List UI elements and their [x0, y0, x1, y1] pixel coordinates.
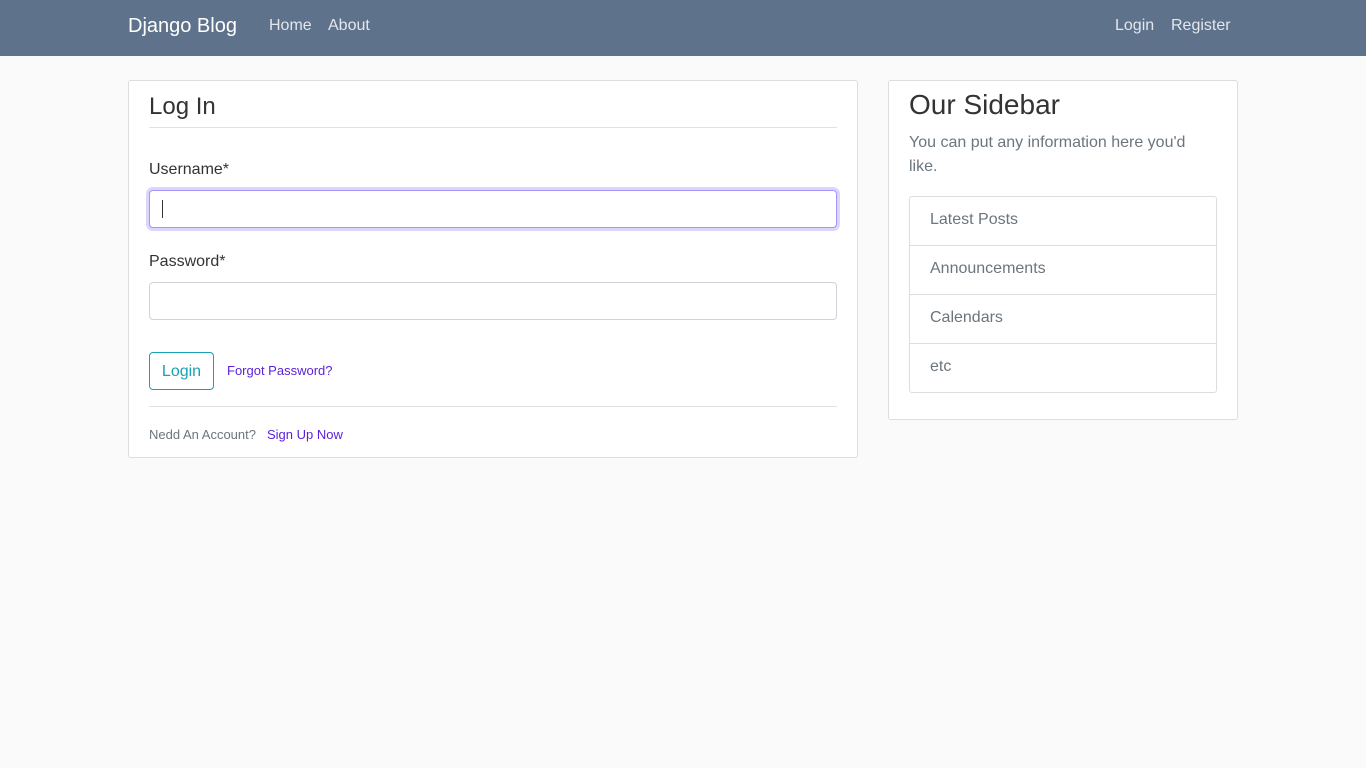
username-label: Username* — [149, 161, 230, 178]
password-label: Password* — [149, 253, 226, 270]
password-input[interactable] — [149, 282, 837, 320]
footer-divider — [149, 406, 837, 407]
nav-login-link[interactable]: Login — [1115, 16, 1154, 36]
account-prompt: Nedd An Account? — [149, 427, 256, 442]
sidebar-item-etc[interactable]: etc — [910, 343, 1216, 392]
sidebar-item-latest-posts[interactable]: Latest Posts — [910, 197, 1216, 245]
sidebar-title: Our Sidebar — [909, 89, 1060, 120]
login-card: Log In Username* Password* Login Forgot … — [128, 80, 858, 458]
top-navbar: Django Blog Home About Login Register — [0, 0, 1366, 56]
sidebar-description: You can put any information here you'd l… — [909, 134, 1186, 175]
title-divider — [149, 127, 837, 128]
sidebar-item-calendars[interactable]: Calendars — [910, 294, 1216, 343]
text-caret — [162, 200, 163, 218]
brand-link[interactable]: Django Blog — [128, 14, 237, 38]
sidebar-list: Latest Posts Announcements Calendars etc — [909, 196, 1217, 393]
login-button[interactable]: Login — [149, 352, 214, 390]
sidebar-card: Our Sidebar You can put any information … — [888, 80, 1238, 420]
forgot-password-link[interactable]: Forgot Password? — [227, 363, 333, 379]
username-input[interactable] — [149, 190, 837, 228]
sign-up-link[interactable]: Sign Up Now — [267, 427, 343, 443]
nav-register-link[interactable]: Register — [1171, 16, 1231, 36]
nav-about-link[interactable]: About — [328, 16, 370, 36]
sidebar-item-announcements[interactable]: Announcements — [910, 245, 1216, 294]
login-title: Log In — [149, 93, 216, 120]
nav-home-link[interactable]: Home — [269, 16, 312, 36]
